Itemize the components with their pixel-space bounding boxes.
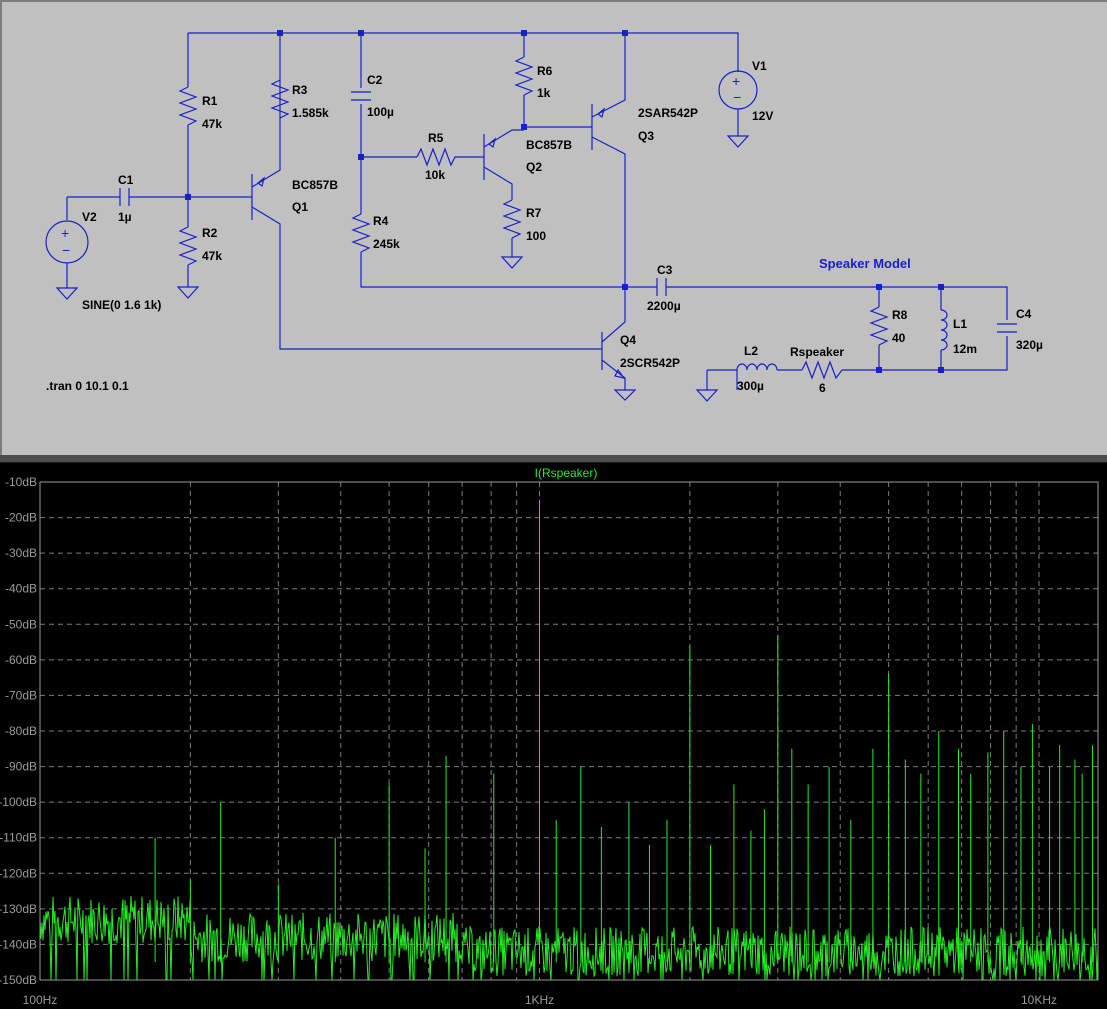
y-tick-label: -120dB	[0, 866, 37, 880]
v2-value: SINE(0 1.6 1k)	[82, 298, 161, 312]
pane-divider[interactable]	[0, 455, 1107, 463]
svg-text:−: −	[733, 89, 741, 105]
c4-value: 320µ	[1016, 338, 1043, 352]
r6-ref: R6	[537, 64, 553, 78]
l2-value: 300µ	[737, 379, 764, 393]
r8-value: 40	[892, 331, 906, 345]
v1-ref: V1	[752, 59, 767, 73]
r5-ref: R5	[428, 131, 444, 145]
r1-value: 47k	[202, 117, 222, 131]
r7-ref: R7	[526, 206, 542, 220]
schematic-pane[interactable]: + − + − R1 47k R2 47k R3 1.585k R4 245k …	[0, 0, 1107, 455]
y-tick-label: -150dB	[0, 973, 37, 987]
rspeaker-value: 6	[819, 381, 826, 395]
r2-value: 47k	[202, 249, 222, 263]
q4-ref: Q4	[620, 333, 636, 347]
l2-ref: L2	[744, 344, 758, 358]
q3-value: 2SAR542P	[638, 106, 698, 120]
svg-text:+: +	[61, 225, 69, 241]
q4-value: 2SCR542P	[620, 356, 680, 370]
r5-value: 10k	[425, 168, 445, 182]
y-tick-label: -20dB	[5, 511, 37, 525]
waveform-pane[interactable]: I(Rspeaker) -10dB -20dB -30dB -40dB -50dB -60…	[0, 463, 1107, 1009]
q2-value: BC857B	[526, 138, 572, 152]
r2-ref: R2	[202, 226, 218, 240]
q1-value: BC857B	[292, 178, 338, 192]
svg-text:+: +	[732, 73, 740, 89]
y-tick-label: -80dB	[5, 724, 37, 738]
fft-plot: I(Rspeaker) -10dB -20dB -30dB -40dB -50dB -60…	[0, 466, 1099, 1007]
r1-ref: R1	[202, 94, 218, 108]
v2-ref: V2	[82, 210, 97, 224]
y-tick-label: -90dB	[5, 760, 37, 774]
tran-directive[interactable]: .tran 0 10.1 0.1	[46, 379, 129, 393]
y-tick-label: -50dB	[5, 617, 37, 631]
x-tick-label: 1KHz	[525, 993, 554, 1007]
rspeaker-ref: Rspeaker	[790, 345, 844, 359]
q1-ref: Q1	[292, 200, 308, 214]
y-tick-label: -40dB	[5, 582, 37, 596]
y-tick-label: -10dB	[5, 475, 37, 489]
y-tick-label: -110dB	[0, 831, 37, 845]
q3-ref: Q3	[638, 129, 654, 143]
r6-value: 1k	[537, 86, 551, 100]
y-tick-label: -60dB	[5, 653, 37, 667]
trace-i-rspeaker	[39, 895, 1099, 981]
y-tick-label: -70dB	[5, 688, 37, 702]
c1-value: 1µ	[118, 210, 132, 224]
c3-ref: C3	[657, 263, 673, 277]
c4-ref: C4	[1016, 307, 1032, 321]
r4-value: 245k	[373, 237, 400, 251]
c3-value: 2200µ	[647, 299, 681, 313]
y-tick-label: -30dB	[5, 546, 37, 560]
r3-ref: R3	[292, 83, 308, 97]
plot-frame	[39, 481, 1099, 981]
c1-ref: C1	[118, 173, 134, 187]
v1-value: 12V	[752, 109, 773, 123]
trace-title[interactable]: I(Rspeaker)	[535, 466, 598, 480]
x-tick-label: 10KHz	[1021, 993, 1057, 1007]
l1-value: 12m	[953, 342, 977, 356]
r7-value: 100	[526, 229, 546, 243]
schematic-canvas: + − + − R1 47k R2 47k R3 1.585k R4 245k …	[45, 30, 1043, 402]
r8-ref: R8	[892, 308, 908, 322]
y-tick-label: -140dB	[0, 937, 37, 951]
y-tick-label: -130dB	[0, 902, 37, 916]
q2-ref: Q2	[526, 160, 542, 174]
c2-ref: C2	[367, 73, 383, 87]
speaker-model-label: Speaker Model	[819, 256, 911, 271]
r4-ref: R4	[373, 214, 389, 228]
y-tick-label: -100dB	[0, 795, 37, 809]
svg-text:−: −	[62, 242, 70, 258]
r3-value: 1.585k	[292, 106, 329, 120]
c2-value: 100µ	[367, 105, 394, 119]
x-tick-label: 100Hz	[23, 993, 58, 1007]
l1-ref: L1	[953, 317, 967, 331]
